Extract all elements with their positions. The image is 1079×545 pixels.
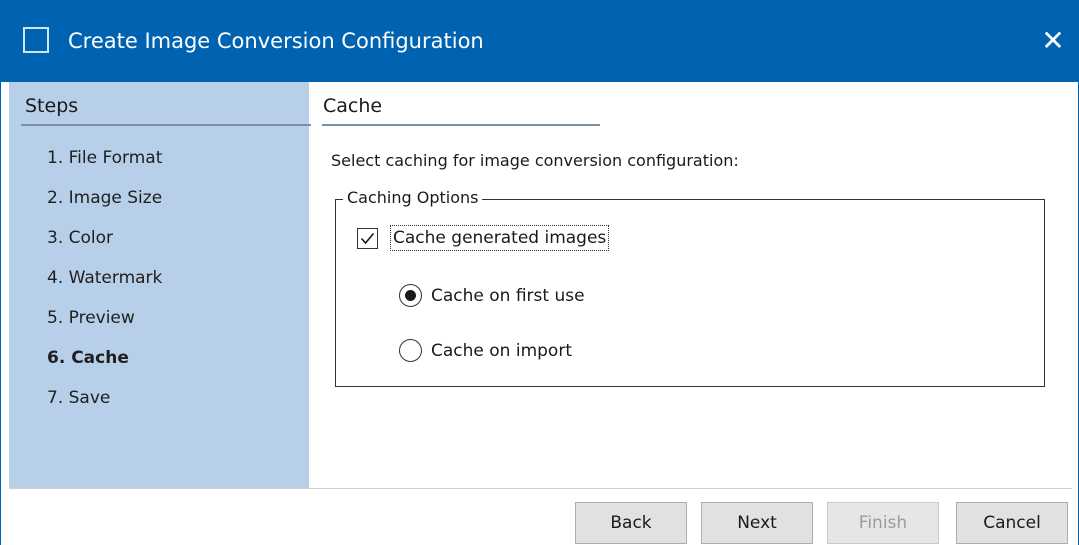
title-bar: Create Image Conversion Configuration ✕	[0, 0, 1079, 82]
step-watermark: 4. Watermark	[47, 268, 163, 288]
step-image-size: 2. Image Size	[47, 188, 163, 208]
window-title: Create Image Conversion Configuration	[68, 29, 484, 53]
close-icon: ✕	[1041, 24, 1065, 57]
steps-list: 1. File Format 2. Image Size 3. Color 4.…	[47, 148, 162, 428]
steps-sidebar: Steps 1. File Format 2. Image Size 3. Co…	[9, 82, 311, 488]
instruction-text: Select caching for image conversion conf…	[331, 151, 739, 170]
close-button[interactable]: ✕	[1027, 18, 1079, 64]
page-title: Cache	[323, 95, 383, 117]
radio-button-unselected[interactable]	[399, 339, 422, 362]
cache-generated-images-checkbox[interactable]: Cache generated images	[357, 225, 610, 251]
cache-on-import-radio[interactable]: Cache on import	[399, 339, 572, 362]
radio-button-selected[interactable]	[399, 284, 422, 307]
wizard-body: Steps 1. File Format 2. Image Size 3. Co…	[0, 82, 1079, 545]
steps-header: Steps	[25, 95, 79, 117]
cancel-button[interactable]: Cancel	[956, 502, 1068, 544]
steps-header-divider	[21, 124, 311, 126]
app-icon	[23, 27, 49, 53]
checkmark-icon	[360, 232, 375, 244]
step-cache: 6. Cache	[47, 348, 129, 368]
step-preview: 5. Preview	[47, 308, 135, 328]
cache-generated-images-label[interactable]: Cache generated images	[389, 225, 610, 251]
next-button[interactable]: Next	[701, 502, 813, 544]
finish-button: Finish	[827, 502, 939, 544]
cache-on-first-use-radio[interactable]: Cache on first use	[399, 284, 585, 307]
step-file-format: 1. File Format	[47, 148, 163, 168]
radio-dot-icon	[405, 290, 416, 301]
cache-on-import-label[interactable]: Cache on import	[431, 340, 572, 362]
caching-options-legend: Caching Options	[343, 187, 483, 209]
footer-divider	[9, 488, 1072, 489]
checkbox-box[interactable]	[357, 227, 378, 249]
back-button[interactable]: Back	[575, 502, 687, 544]
step-save: 7. Save	[47, 388, 111, 408]
cache-on-first-use-label[interactable]: Cache on first use	[431, 285, 585, 307]
page-title-divider	[322, 124, 600, 126]
step-color: 3. Color	[47, 228, 114, 248]
